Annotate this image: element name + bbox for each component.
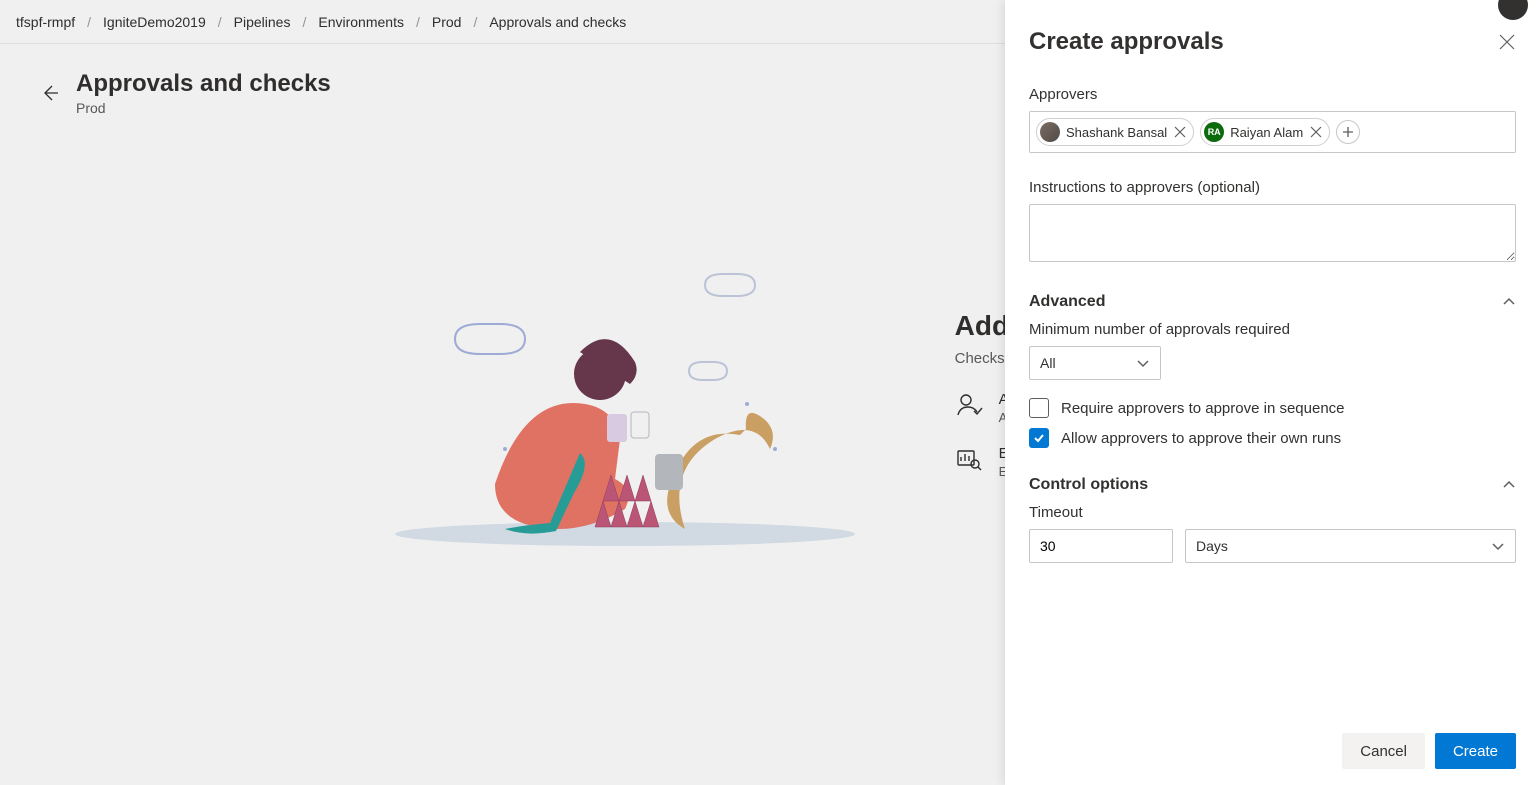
select-value: All bbox=[1040, 355, 1056, 371]
approvers-input[interactable]: Shashank Bansal RA Raiyan Alam bbox=[1029, 111, 1516, 153]
create-approvals-panel: Create approvals Approvers Shashank Bans… bbox=[1005, 0, 1540, 785]
own-runs-checkbox[interactable] bbox=[1029, 428, 1049, 448]
remove-icon[interactable] bbox=[1173, 125, 1187, 139]
advanced-section-toggle[interactable]: Advanced bbox=[1029, 293, 1516, 311]
chevron-up-icon bbox=[1502, 295, 1516, 309]
plus-icon bbox=[1342, 126, 1354, 138]
approvers-label: Approvers bbox=[1029, 86, 1516, 103]
select-value: Days bbox=[1196, 538, 1228, 554]
sequence-checkbox[interactable] bbox=[1029, 398, 1049, 418]
min-approvals-select[interactable]: All bbox=[1029, 346, 1161, 380]
approver-chip: Shashank Bansal bbox=[1036, 118, 1194, 146]
min-approvals-label: Minimum number of approvals required bbox=[1029, 321, 1516, 338]
approver-name: Shashank Bansal bbox=[1066, 125, 1167, 140]
section-title: Control options bbox=[1029, 476, 1148, 494]
add-approver-button[interactable] bbox=[1336, 120, 1360, 144]
section-title: Advanced bbox=[1029, 293, 1105, 311]
checkbox-label: Allow approvers to approve their own run… bbox=[1061, 430, 1341, 447]
approver-name: Raiyan Alam bbox=[1230, 125, 1303, 140]
checkbox-label: Require approvers to approve in sequence bbox=[1061, 400, 1345, 417]
approver-chip: RA Raiyan Alam bbox=[1200, 118, 1330, 146]
avatar: RA bbox=[1204, 122, 1224, 142]
control-options-section-toggle[interactable]: Control options bbox=[1029, 476, 1516, 494]
panel-title: Create approvals bbox=[1029, 28, 1224, 56]
instructions-textarea[interactable] bbox=[1029, 204, 1516, 262]
chevron-down-icon bbox=[1491, 539, 1505, 553]
close-icon[interactable] bbox=[1498, 33, 1516, 51]
instructions-label: Instructions to approvers (optional) bbox=[1029, 179, 1516, 196]
cancel-button[interactable]: Cancel bbox=[1342, 733, 1425, 769]
create-button[interactable]: Create bbox=[1435, 733, 1516, 769]
timeout-label: Timeout bbox=[1029, 504, 1516, 521]
avatar bbox=[1040, 122, 1060, 142]
timeout-unit-select[interactable]: Days bbox=[1185, 529, 1516, 563]
chevron-down-icon bbox=[1136, 356, 1150, 370]
timeout-value-input[interactable] bbox=[1029, 529, 1173, 563]
chevron-up-icon bbox=[1502, 478, 1516, 492]
remove-icon[interactable] bbox=[1309, 125, 1323, 139]
